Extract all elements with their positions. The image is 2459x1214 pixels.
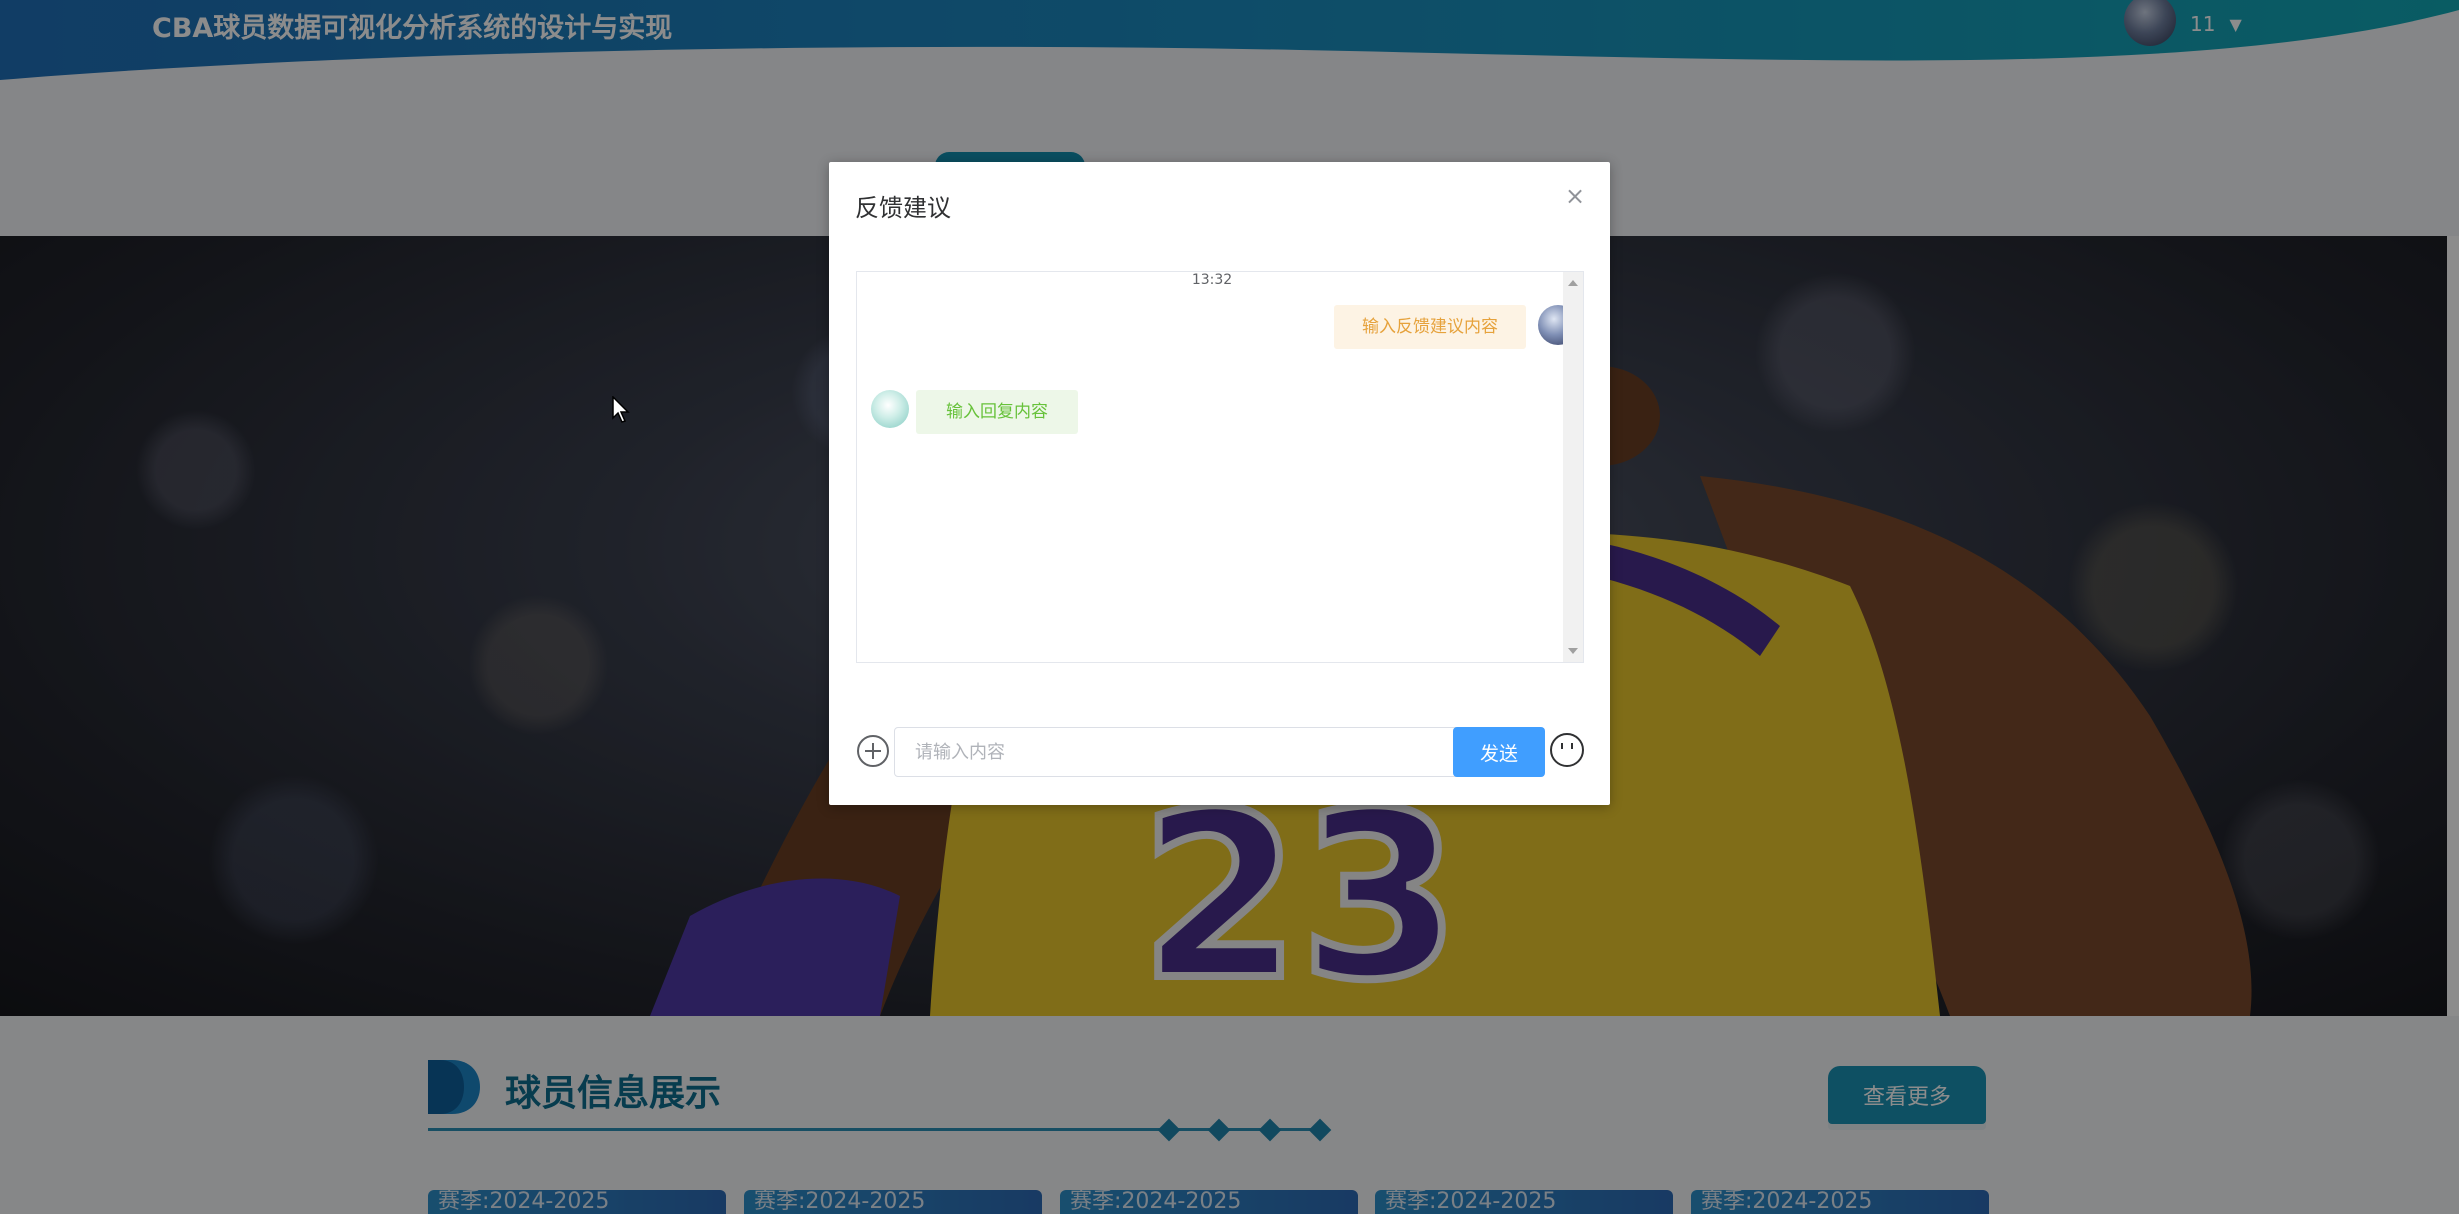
scroll-up-icon[interactable]	[1568, 280, 1578, 286]
cursor-icon	[612, 396, 630, 423]
chat-scrollbar[interactable]	[1563, 272, 1583, 662]
close-icon[interactable]: ×	[1563, 184, 1587, 208]
emoji-icon[interactable]	[1549, 732, 1585, 768]
chat-timestamp: 13:32	[1187, 272, 1237, 288]
dialog-title: 反馈建议	[855, 194, 951, 222]
message-input[interactable]	[895, 728, 1481, 776]
page: CBA球员数据可视化分析系统的设计与实现 11 ▼ 23 球员信息展示 查看更多…	[0, 0, 2459, 1214]
user-message-bubble: 输入反馈建议内容	[1334, 305, 1526, 349]
admin-avatar	[871, 390, 909, 428]
add-circle-icon[interactable]	[856, 734, 890, 768]
scroll-down-icon[interactable]	[1568, 648, 1578, 654]
reply-message-bubble: 输入回复内容	[916, 390, 1078, 434]
send-button[interactable]: 发送	[1453, 727, 1545, 777]
feedback-dialog: 反馈建议 × 13:32 输入反馈建议内容 输入回复内容 发送	[829, 162, 1610, 805]
chat-history[interactable]: 13:32 输入反馈建议内容 输入回复内容	[856, 271, 1584, 663]
message-input-wrapper[interactable]	[894, 727, 1482, 777]
